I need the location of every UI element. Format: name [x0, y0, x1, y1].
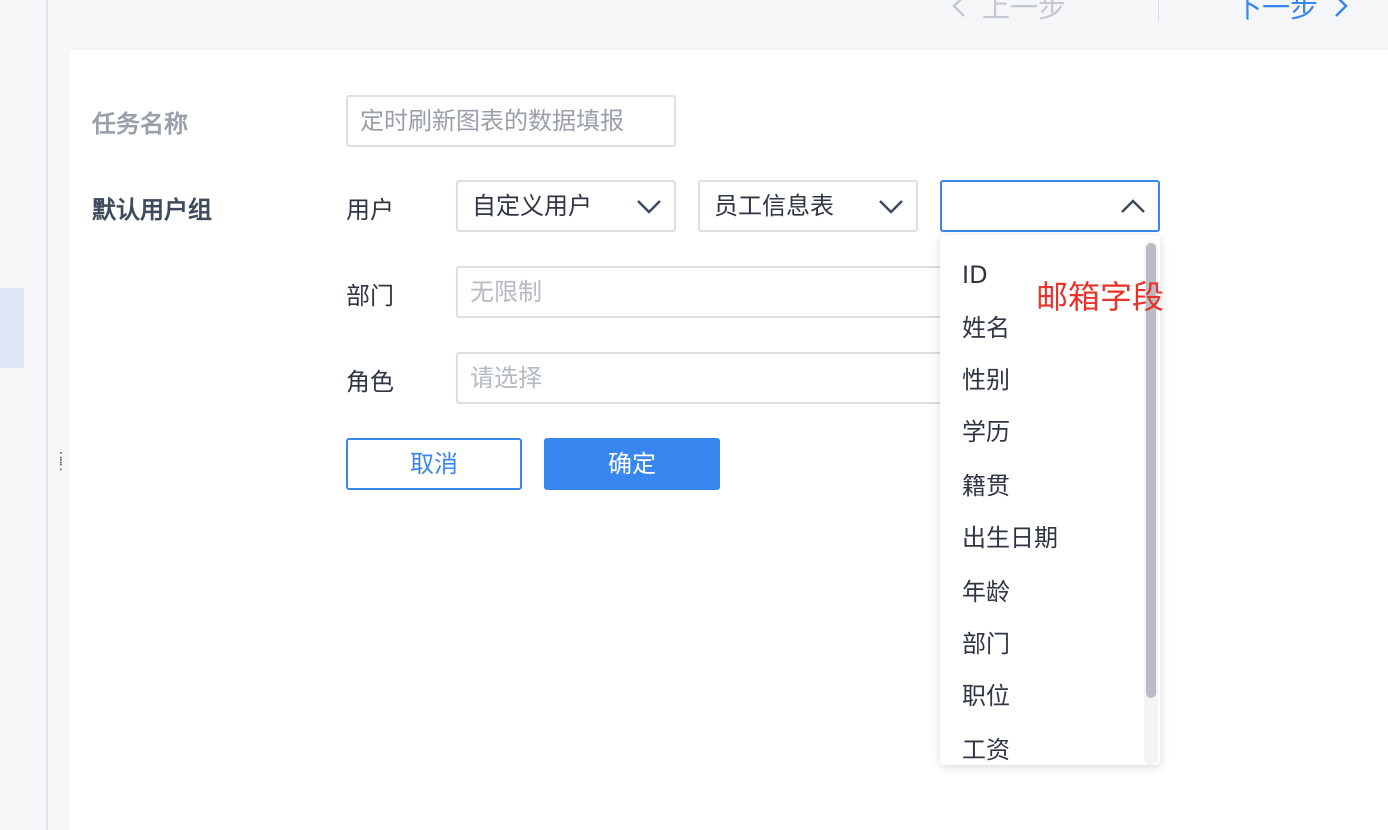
next-step-label: 下一步 [1234, 0, 1319, 24]
table-select[interactable]: 员工信息表 [698, 180, 918, 232]
option-id[interactable]: ID [962, 255, 988, 295]
option-salary[interactable]: 工资 [962, 730, 1010, 765]
user-type-select[interactable]: 自定义用户 [456, 180, 676, 232]
chevron-right-icon [1335, 0, 1348, 17]
user-type-value: 自定义用户 [472, 192, 592, 220]
cancel-button[interactable]: 取消 [346, 438, 522, 490]
step-navigation [70, 0, 1388, 50]
field-select[interactable] [940, 180, 1160, 232]
next-step-button[interactable]: 下一步 [1234, 0, 1350, 26]
chevron-down-icon [879, 200, 903, 214]
option-position[interactable]: 职位 [962, 676, 1010, 716]
option-hometown[interactable]: 籍贯 [962, 466, 1010, 506]
prev-step-button[interactable]: 上一步 [950, 0, 1066, 26]
chevron-up-icon [1121, 199, 1145, 213]
left-rail [0, 0, 48, 830]
option-gender[interactable]: 性别 [962, 360, 1010, 400]
dept-label: 部门 [346, 282, 394, 310]
dept-input[interactable]: 无限制 [456, 266, 976, 318]
role-label: 角色 [346, 368, 394, 396]
nav-divider [1158, 0, 1159, 22]
chevron-down-icon [637, 200, 661, 214]
option-age[interactable]: 年龄 [962, 572, 1010, 612]
default-group-label: 默认用户组 [92, 196, 212, 224]
confirm-button[interactable]: 确定 [544, 438, 720, 490]
table-value: 员工信息表 [714, 192, 834, 220]
chevron-left-icon [952, 0, 965, 17]
task-name-input[interactable]: 定时刷新图表的数据填报 [346, 95, 676, 147]
option-education[interactable]: 学历 [962, 412, 1010, 452]
option-department[interactable]: 部门 [962, 624, 1010, 664]
annotation-text: 邮箱字段 [1036, 278, 1165, 316]
drag-handle-icon[interactable]: ⋮⋮ ⋮⋮ [54, 451, 82, 483]
rail-active-item[interactable] [0, 288, 24, 368]
option-birthdate[interactable]: 出生日期 [962, 518, 1058, 558]
option-name[interactable]: 姓名 [962, 308, 1010, 348]
task-name-label: 任务名称 [92, 110, 188, 138]
prev-step-label: 上一步 [982, 0, 1067, 24]
user-label: 用户 [346, 196, 394, 224]
role-input[interactable]: 请选择 [456, 352, 976, 404]
form-panel [70, 50, 1388, 830]
